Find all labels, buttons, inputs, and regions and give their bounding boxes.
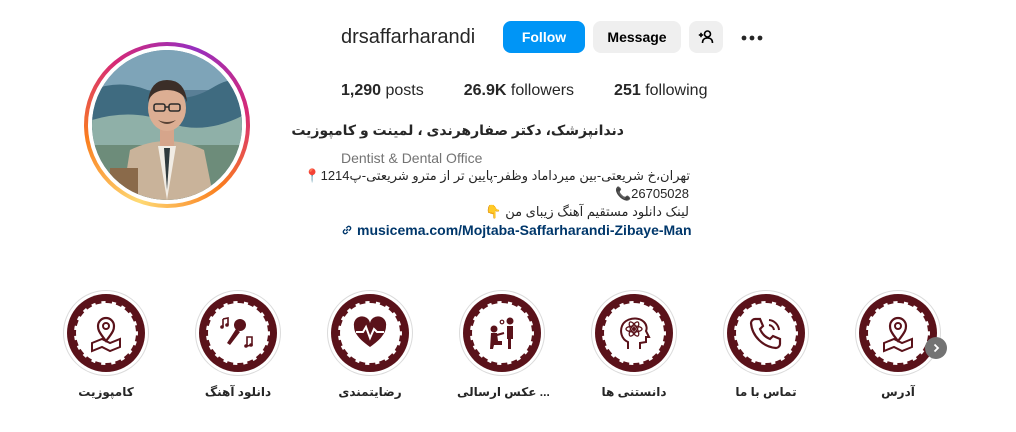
- highlight-inner: [602, 301, 666, 365]
- followers-stat[interactable]: 26.9K followers: [464, 82, 574, 100]
- highlight-ring: [63, 290, 149, 376]
- highlight-ring: [195, 290, 281, 376]
- highlight-item[interactable]: رضایتمندی: [325, 290, 415, 399]
- highlight-label: آدرس: [881, 385, 915, 399]
- highlight-disc: [199, 294, 277, 372]
- avatar[interactable]: [92, 50, 242, 200]
- profile-category: Dentist & Dental Office: [341, 150, 483, 166]
- highlight-label: دانستنی ها: [601, 385, 667, 399]
- add-user-icon: [698, 30, 714, 44]
- followers-label: followers: [510, 82, 575, 99]
- highlight-inner: [74, 301, 138, 365]
- highlight-disc: [331, 294, 409, 372]
- highlight-ring: [723, 290, 809, 376]
- highlight-label: کامپوزیت: [78, 385, 134, 399]
- highlight-label: رضایتمندی: [338, 385, 402, 399]
- profile-link[interactable]: musicema.com/Mojtaba-Saffarharandi-Zibay…: [341, 222, 692, 238]
- highlight-item[interactable]: دانلود آهنگ: [193, 290, 283, 399]
- highlight-ring: [459, 290, 545, 376]
- following-stat[interactable]: 251 following: [614, 82, 707, 100]
- more-options-button[interactable]: [736, 24, 768, 52]
- following-count: 251: [614, 82, 641, 99]
- suggested-users-button[interactable]: [689, 21, 723, 53]
- bio-download-line: لینک دانلود مستقیم آهنگ زیبای من 👇: [485, 204, 689, 220]
- bio-address-line: تهران،خ شریعتی-بین میرداماد وظفر-پایین ت…: [304, 168, 690, 184]
- proposal-icon: [490, 317, 514, 349]
- message-button[interactable]: Message: [593, 21, 681, 53]
- highlight-inner: [470, 301, 534, 365]
- profile-link-text: musicema.com/Mojtaba-Saffarharandi-Zibay…: [357, 222, 692, 238]
- telephone-icon: 📞: [614, 186, 632, 201]
- highlight-inner: [866, 301, 930, 365]
- highlight-ring: [591, 290, 677, 376]
- bio-phone-text: 26705028: [631, 186, 689, 201]
- following-label: following: [645, 82, 708, 99]
- highlight-item[interactable]: دانستنی ها: [589, 290, 679, 399]
- phone-icon: [749, 317, 782, 350]
- posts-stat: 1,290 posts: [341, 82, 424, 100]
- bio-address-text: تهران،خ شریعتی-بین میرداماد وظفر-پایین ت…: [320, 168, 690, 183]
- profile-avatar-ring[interactable]: [84, 42, 250, 208]
- highlight-ring: [855, 290, 941, 376]
- bio-phone-line: 26705028📞: [615, 186, 689, 202]
- avatar-image: [92, 50, 242, 200]
- profile-stats: 1,290 posts 26.9K followers 251 followin…: [341, 82, 747, 100]
- highlight-disc: [67, 294, 145, 372]
- posts-label: posts: [385, 82, 424, 99]
- chevron-right-icon: [933, 343, 940, 353]
- followers-count: 26.9K: [463, 82, 507, 99]
- highlight-inner: [734, 301, 798, 365]
- follow-button[interactable]: Follow: [503, 21, 585, 53]
- pushpin-icon: 📍: [304, 168, 321, 183]
- map-pin-icon: [883, 316, 913, 353]
- highlight-inner: [338, 301, 402, 365]
- highlight-item[interactable]: تماس با ما: [721, 290, 811, 399]
- ellipsis-icon: [741, 35, 763, 41]
- profile-full-name: دندانپزشک، دکتر صفارهرندی ، لمینت و کامپ…: [291, 122, 624, 138]
- bio-download-text: لینک دانلود مستقیم آهنگ زیبای من: [505, 204, 689, 219]
- highlights-next-button[interactable]: [925, 337, 947, 359]
- highlight-label: تماس با ما: [735, 385, 797, 399]
- highlight-item[interactable]: عکس ارسالی ...: [457, 290, 550, 399]
- highlight-ring: [327, 290, 413, 376]
- highlight-label: دانلود آهنگ: [204, 385, 272, 399]
- heart-pulse-icon: [353, 316, 387, 347]
- map-pin-icon: [91, 316, 121, 353]
- highlight-label: عکس ارسالی ...: [457, 385, 550, 399]
- highlight-disc: [595, 294, 673, 372]
- brain-head-icon: [620, 317, 651, 349]
- microphone-music-icon: [220, 317, 253, 348]
- highlight-disc: [463, 294, 541, 372]
- posts-count: 1,290: [341, 82, 382, 99]
- link-chain-icon: [342, 225, 352, 235]
- highlight-disc: [859, 294, 937, 372]
- avatar-gap: [88, 46, 246, 204]
- pointing-down-hand-icon: 👇: [485, 204, 502, 219]
- highlight-inner: [206, 301, 270, 365]
- profile-username: drsaffarharandi: [341, 26, 476, 48]
- highlight-disc: [727, 294, 805, 372]
- highlight-item[interactable]: کامپوزیت: [61, 290, 151, 399]
